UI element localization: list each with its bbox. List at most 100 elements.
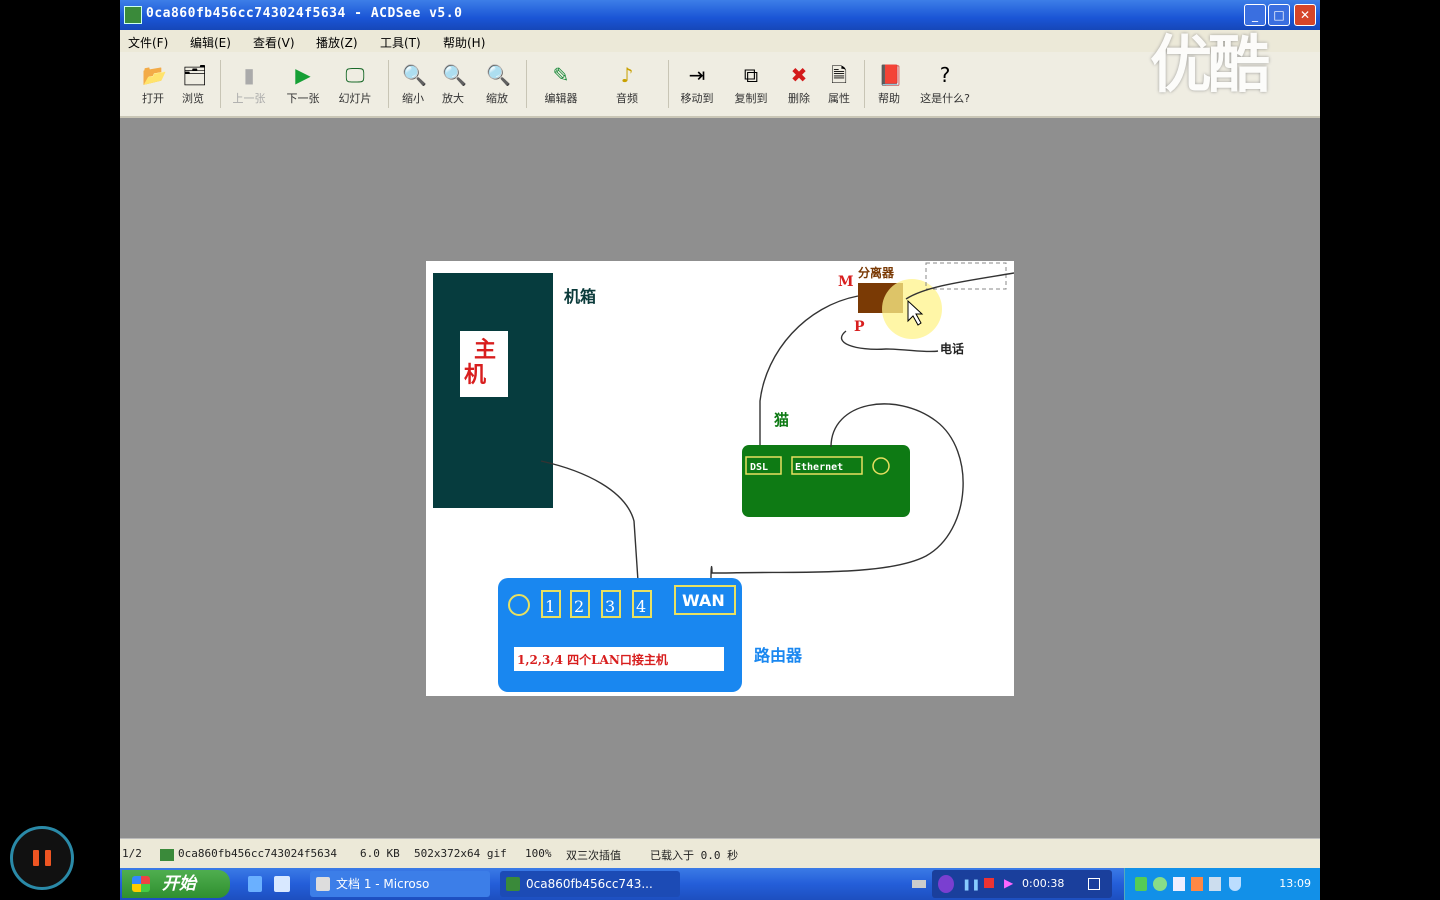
windows-logo-icon <box>132 876 150 892</box>
modem-label: 猫 <box>774 411 789 429</box>
zoom-icon: 🔍 <box>486 63 511 87</box>
taskbar: 开始 文档 1 - Microso 0ca860fb456cc743... ❚❚… <box>120 868 1320 900</box>
browse-icon: 🗂 <box>182 63 208 87</box>
properties-label: 属性 <box>828 92 850 105</box>
video-pause-button[interactable] <box>10 826 74 890</box>
menu-view[interactable]: 查看(V) <box>253 34 295 51</box>
quicklaunch-desktop-icon[interactable] <box>274 876 290 892</box>
close-button[interactable]: ✕ <box>1294 4 1316 26</box>
keyboard-icon[interactable] <box>912 880 926 888</box>
move-to-button[interactable]: ⇥ 移动到 <box>672 58 722 110</box>
zoom-button[interactable]: 🔍 缩放 <box>472 58 522 110</box>
menu-file[interactable]: 文件(F) <box>128 34 168 51</box>
taskbar-word-document[interactable]: 文档 1 - Microso <box>310 871 490 897</box>
menu-play[interactable]: 播放(Z) <box>316 34 358 51</box>
recorder-pause-icon[interactable]: ❚❚ <box>962 878 980 891</box>
youku-watermark: 优酷 <box>1150 28 1270 101</box>
recorder-time: 0:00:38 <box>1022 877 1065 890</box>
delete-icon: ✖ <box>790 63 808 87</box>
status-zoom: 100% <box>525 847 552 860</box>
status-page: 1/2 <box>122 847 142 860</box>
window-title: 0ca860fb456cc743024f5634 - ACDSee v5.0 <box>146 6 463 21</box>
tray-antivirus-icon[interactable] <box>1209 877 1221 891</box>
router-wan-label: WAN <box>682 591 725 610</box>
open-folder-icon: 📂 <box>142 63 167 87</box>
status-filename: 0ca860fb456cc743024f5634 <box>178 847 337 860</box>
tray-security-shield-icon[interactable] <box>1229 877 1241 891</box>
taskbar-acdsee-label: 0ca860fb456cc743... <box>526 877 653 891</box>
editor-button[interactable]: ✎ 编辑器 <box>536 58 586 110</box>
status-interpolation: 双三次插值 <box>566 849 621 862</box>
modem-dsl-label: DSL <box>750 462 768 473</box>
file-type-icon <box>160 849 174 861</box>
move-to-label: 移动到 <box>680 92 714 105</box>
previous-button[interactable]: ▮ 上一张 <box>224 58 274 110</box>
modem-ethernet-label: Ethernet <box>795 462 843 473</box>
tray-app-icon[interactable] <box>1135 877 1147 891</box>
copy-to-icon: ⧉ <box>743 63 759 87</box>
system-tray: 13:09 <box>1124 868 1320 900</box>
move-to-icon: ⇥ <box>688 63 706 87</box>
audio-label: 音频 <box>616 92 638 105</box>
splitter-p-label: P <box>854 319 865 335</box>
menu-tools[interactable]: 工具(T) <box>380 34 421 51</box>
menu-help[interactable]: 帮助(H) <box>443 34 485 51</box>
menu-edit[interactable]: 编辑(E) <box>190 34 231 51</box>
router-port-1-label: 1 <box>545 597 555 616</box>
image-viewer[interactable]: 主 机 机箱 分离器 M P 电话 猫 DSL Ethernet 1 2 3 4… <box>120 118 1320 838</box>
audio-button[interactable]: ♪ 音频 <box>602 58 652 110</box>
next-button[interactable]: ▶ 下一张 <box>278 58 328 110</box>
quicklaunch-ie-icon[interactable] <box>248 876 262 892</box>
whats-this-button[interactable]: ? 这是什么? <box>920 58 970 110</box>
start-label: 开始 <box>162 874 196 894</box>
splitter-label: 分离器 <box>858 265 895 280</box>
help-button[interactable]: 📕 帮助 <box>864 58 914 110</box>
router-label: 路由器 <box>754 646 803 665</box>
word-document-icon <box>316 877 330 891</box>
zoom-in-button[interactable]: 🔍 放大 <box>428 58 478 110</box>
help-book-icon: 📕 <box>878 63 903 87</box>
lan-cable <box>540 460 639 582</box>
slideshow-button[interactable]: 🖵 幻灯片 <box>330 58 380 110</box>
zoom-in-icon: 🔍 <box>442 63 467 87</box>
maximize-button[interactable]: □ <box>1268 4 1290 26</box>
editor-label: 编辑器 <box>544 92 578 105</box>
recorder-stop-icon[interactable] <box>984 878 994 888</box>
tray-network-icon[interactable] <box>1153 877 1167 891</box>
status-bar: 1/2 0ca860fb456cc743024f5634 6.0 KB 502x… <box>120 838 1320 869</box>
splitter-m-label: M <box>838 274 854 290</box>
slideshow-label: 幻灯片 <box>338 92 372 105</box>
app-icon <box>124 6 142 24</box>
router-port-2-label: 2 <box>574 597 584 616</box>
help-label: 帮助 <box>878 92 900 105</box>
status-dimensions: 502x372x64 gif <box>414 847 507 860</box>
tray-messenger-icon[interactable] <box>1173 877 1185 891</box>
recorder-play-icon[interactable]: ▶ <box>1004 876 1013 890</box>
recorder-window-icon[interactable] <box>1088 878 1100 890</box>
modem-box <box>742 445 910 517</box>
start-button[interactable]: 开始 <box>122 870 230 898</box>
title-bar[interactable]: 0ca860fb456cc743024f5634 - ACDSee v5.0 _… <box>120 0 1320 30</box>
copy-to-label: 复制到 <box>734 92 768 105</box>
previous-label: 上一张 <box>232 92 266 105</box>
whats-this-icon: ? <box>939 63 951 87</box>
host-label-1: 主 <box>474 338 496 363</box>
zoom-in-label: 放大 <box>442 92 464 105</box>
screen-recorder-bar[interactable]: ❚❚ ▶ 0:00:38 <box>932 870 1112 898</box>
slideshow-icon: 🖵 <box>345 63 365 87</box>
toolbar: 📂 打开 🗂 浏览 ▮ 上一张 ▶ 下一张 🖵 幻灯片 🔍 缩小 🔍 放大 🔍 缩放 ✎ 编辑器 … <box>120 52 1320 118</box>
browse-button[interactable]: 🗂 浏览 <box>168 58 218 110</box>
menu-bar: 文件(F) 编辑(E) 查看(V) 播放(Z) 工具(T) 帮助(H) <box>120 30 1320 52</box>
acdsee-window: 0ca860fb456cc743024f5634 - ACDSee v5.0 _… <box>120 0 1320 900</box>
router-note: 1,2,3,4 四个LAN口接主机 <box>517 652 668 667</box>
audio-icon: ♪ <box>620 63 634 87</box>
status-load-time: 已载入于 0.0 秒 <box>650 849 739 862</box>
copy-to-button[interactable]: ⧉ 复制到 <box>726 58 776 110</box>
properties-button[interactable]: 🗎 属性 <box>814 58 864 110</box>
whats-this-label: 这是什么? <box>920 92 970 105</box>
taskbar-acdsee[interactable]: 0ca860fb456cc743... <box>500 871 680 897</box>
status-filesize: 6.0 KB <box>360 847 400 860</box>
next-label: 下一张 <box>286 92 320 105</box>
tray-volume-icon[interactable] <box>1191 877 1203 891</box>
next-icon: ▶ <box>295 63 311 87</box>
